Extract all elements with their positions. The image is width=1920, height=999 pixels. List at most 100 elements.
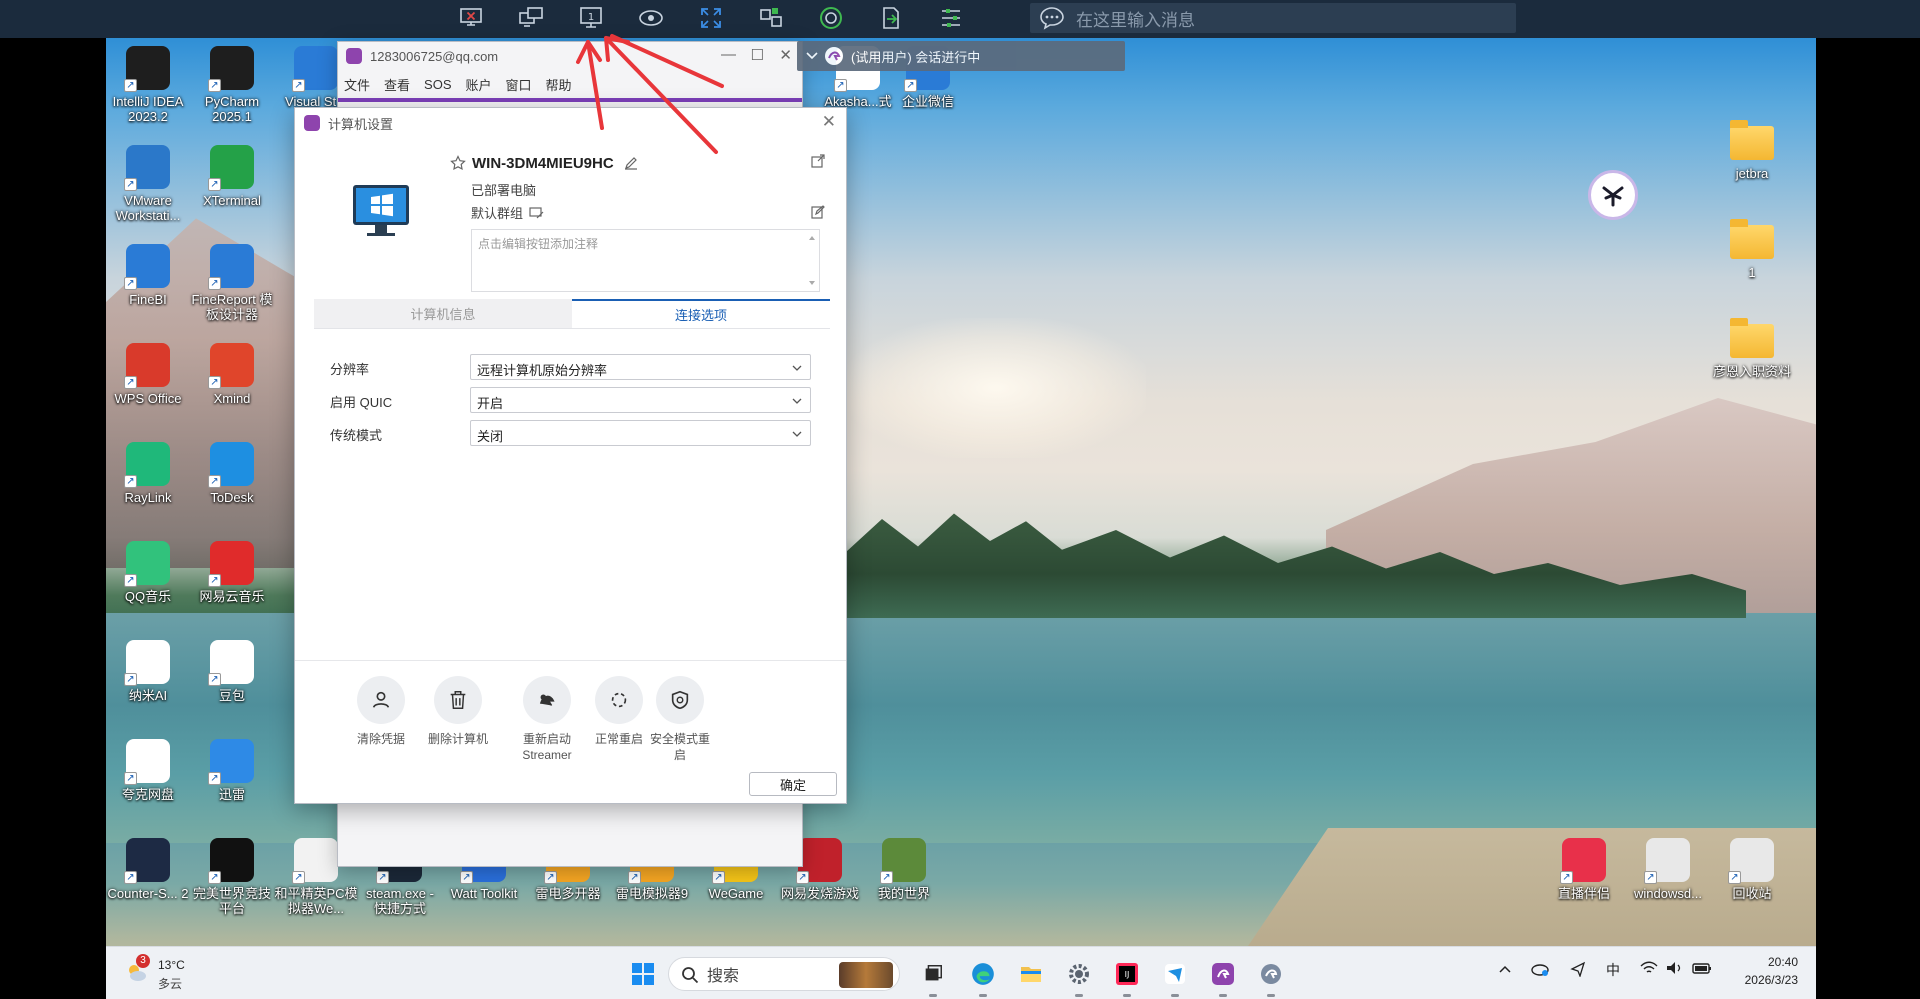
weather-widget[interactable]: 3 13°C 多云 <box>124 954 214 994</box>
menu-file[interactable]: 文件 <box>344 75 370 94</box>
remote-client-icon[interactable] <box>1206 957 1240 997</box>
menu-view[interactable]: 查看 <box>384 75 410 94</box>
minimize-icon[interactable]: — <box>721 46 736 63</box>
settings-gear-icon[interactable] <box>1062 957 1096 997</box>
desktop-icon[interactable]: ↗ 直播伴侣 <box>1542 838 1626 901</box>
system-clock[interactable]: 20:40 2026/3/23 <box>1745 953 1798 989</box>
desktop-icon-label: RayLink <box>124 490 172 505</box>
weather-desc: 多云 <box>158 977 183 991</box>
search-placeholder: 搜索 <box>707 968 740 985</box>
ok-button[interactable]: 确定 <box>749 772 837 796</box>
app-logo-icon <box>304 115 320 131</box>
desktop-icon[interactable]: ↗ XTerminal <box>190 145 274 208</box>
delete-computer-button[interactable]: 删除计算机 <box>416 676 500 747</box>
menu-sos[interactable]: SOS <box>424 77 451 92</box>
star-icon[interactable] <box>450 155 466 171</box>
desktop-icon[interactable]: 彦恩入职资料 <box>1710 316 1794 379</box>
chevron-down-icon[interactable] <box>805 51 819 61</box>
taskbar: 3 13°C 多云 搜索 IJ 中 20:40 2026/3/23 <box>106 946 1816 999</box>
fullscreen-icon[interactable] <box>696 4 726 32</box>
group-row: 默认群组 <box>471 203 545 222</box>
ime-indicator[interactable]: 中 <box>1606 960 1620 980</box>
desktop-icon[interactable]: ↗ VMware Workstati... <box>106 145 190 223</box>
app-icon: ↗ <box>292 838 338 884</box>
session-status-bar[interactable]: (试用用户) 会话进行中 <box>797 41 1125 71</box>
taskbar-search[interactable]: 搜索 <box>668 957 900 991</box>
edge-icon[interactable] <box>966 957 1000 997</box>
desktop-icon[interactable]: 1 <box>1710 217 1794 280</box>
floating-assistant-icon[interactable] <box>1588 170 1638 220</box>
action-label: 删除计算机 <box>427 732 488 746</box>
desktop-icon[interactable]: ↗ Xmind <box>190 343 274 406</box>
record-icon[interactable] <box>816 4 846 32</box>
desktop-icon[interactable]: ↗ 回收站 <box>1710 838 1794 901</box>
volume-icon[interactable] <box>1666 961 1684 978</box>
edit-note-icon[interactable] <box>811 205 825 219</box>
desktop-icon[interactable]: ↗ WPS Office <box>106 343 190 406</box>
cloud-sync-icon[interactable] <box>1530 961 1550 980</box>
session-status-text: (试用用户) 会话进行中 <box>851 49 981 65</box>
desktop-icon[interactable]: ↗ ToDesk <box>190 442 274 505</box>
desktop-icon[interactable]: ↗ 我的世界 <box>862 838 946 901</box>
legacy-mode-select[interactable]: 关闭 <box>470 420 811 446</box>
chevron-up-icon[interactable] <box>1498 961 1512 977</box>
quic-select[interactable]: 开启 <box>470 387 811 413</box>
dialog-title-bar[interactable]: 计算机设置 <box>295 108 846 138</box>
desktop-icon[interactable]: ↗ 夸克网盘 <box>106 739 190 802</box>
clear-credentials-button[interactable]: 清除凭据 <box>339 676 423 747</box>
start-button[interactable] <box>626 957 660 991</box>
desktop-icon[interactable]: ↗ RayLink <box>106 442 190 505</box>
tab-computer-info[interactable]: 计算机信息 <box>314 299 572 328</box>
desktop-icon[interactable]: ↗ PyCharm 2025.1 <box>190 46 274 124</box>
external-link-icon[interactable] <box>811 154 825 168</box>
intellij-idea-icon[interactable]: IJ <box>1110 957 1144 997</box>
desktop-icon[interactable]: jetbra <box>1710 118 1794 181</box>
disconnect-icon[interactable] <box>456 4 486 32</box>
task-view-icon[interactable] <box>916 957 950 997</box>
todesk-icon[interactable] <box>1158 957 1192 997</box>
clipboard-icon[interactable] <box>876 4 906 32</box>
client-account: 1283006725@qq.com <box>370 48 499 64</box>
app-icon: ↗ <box>208 343 254 389</box>
close-icon[interactable]: ✕ <box>779 46 792 64</box>
safe-mode-reboot-button[interactable]: 安全模式重启 <box>638 676 722 763</box>
message-input[interactable]: 在这里输入消息 <box>1030 3 1516 33</box>
desktop-icon[interactable]: ↗ 豆包 <box>190 640 274 703</box>
wifi-icon[interactable] <box>1640 961 1658 978</box>
switch-screen-icon[interactable] <box>516 4 546 32</box>
computer-settings-dialog[interactable]: 计算机设置 ✕ WIN-3DM4MIEU9HC 已部署电脑 默认群组 点击编辑按… <box>294 107 847 804</box>
desktop-icon[interactable]: ↗ QQ音乐 <box>106 541 190 604</box>
edit-name-icon[interactable] <box>624 156 638 170</box>
settings-icon[interactable] <box>936 4 966 32</box>
resolution-select[interactable]: 远程计算机原始分辨率 <box>470 354 811 380</box>
tab-connection-options[interactable]: 连接选项 <box>572 299 830 328</box>
note-scrollbar[interactable] <box>807 232 817 289</box>
desktop-icon[interactable]: ↗ 迅雷 <box>190 739 274 802</box>
desktop-icon[interactable]: ↗ windowsd... <box>1626 838 1710 901</box>
send-icon[interactable] <box>1570 961 1586 980</box>
file-transfer-icon[interactable] <box>756 4 786 32</box>
file-explorer-icon[interactable] <box>1014 957 1048 991</box>
menu-account[interactable]: 账户 <box>466 75 492 94</box>
desktop-icon[interactable]: ↗ 完美世界竞技平台 <box>190 838 274 916</box>
monitor-1-icon[interactable]: 1 <box>576 4 606 32</box>
app-icon: ↗ <box>124 640 170 686</box>
desktop-icon[interactable]: ↗ Counter-S... 2 <box>106 838 190 901</box>
group-link-icon[interactable] <box>529 206 545 220</box>
menu-help[interactable]: 帮助 <box>546 75 572 94</box>
battery-icon[interactable] <box>1692 961 1712 978</box>
app-icon: ↗ <box>1560 838 1606 884</box>
desktop-icon[interactable]: ↗ 网易云音乐 <box>190 541 274 604</box>
close-icon[interactable]: ✕ <box>822 112 836 132</box>
desktop-icon[interactable]: ↗ FineBI <box>106 244 190 307</box>
desktop-icon[interactable]: ↗ 纳米AI <box>106 640 190 703</box>
view-only-icon[interactable] <box>636 4 666 32</box>
shortcut-arrow-icon: ↗ <box>124 475 137 488</box>
select-value: 远程计算机原始分辨率 <box>477 363 608 378</box>
desktop-icon[interactable]: ↗ IntelliJ IDEA 2023.2 <box>106 46 190 124</box>
note-textarea[interactable]: 点击编辑按钮添加注释 <box>471 229 820 292</box>
streamer-icon[interactable] <box>1254 957 1288 997</box>
maximize-icon[interactable]: ☐ <box>751 46 764 64</box>
menu-window[interactable]: 窗口 <box>506 75 532 94</box>
desktop-icon[interactable]: ↗ FineReport 模板设计器 <box>190 244 274 322</box>
